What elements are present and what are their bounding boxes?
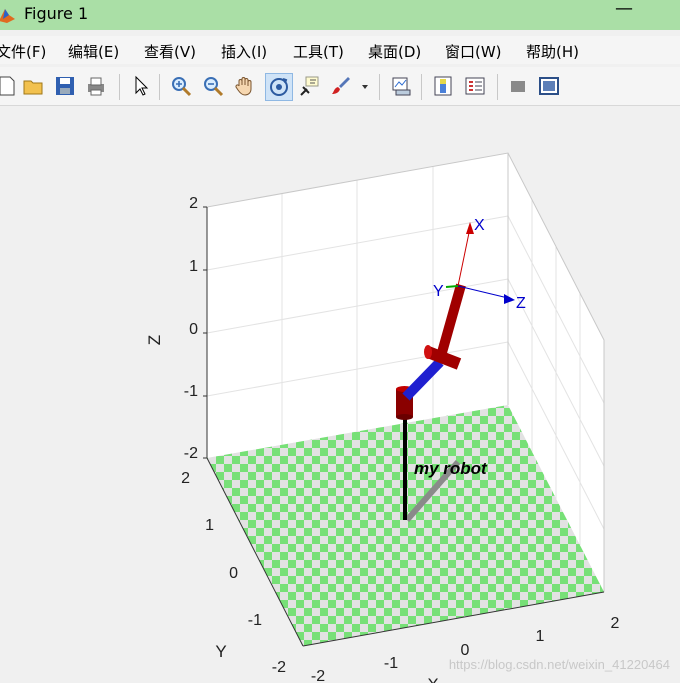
brush-dropdown-icon[interactable] — [359, 75, 371, 97]
legend-icon[interactable] — [464, 75, 486, 97]
x-tick-label: -1 — [384, 655, 398, 672]
x-axis-label: X — [427, 675, 438, 683]
z-tick-label: 0 — [189, 321, 198, 338]
new-figure-icon[interactable] — [0, 75, 18, 97]
show-plot-tools-icon[interactable] — [538, 75, 560, 97]
toolbar-separator — [379, 74, 380, 100]
zoom-out-icon[interactable] — [202, 75, 224, 97]
z-tick-labels: 2 1 0 -1 -2 — [184, 195, 198, 462]
matlab-logo-icon — [0, 9, 15, 23]
toolbar-separator — [159, 74, 160, 100]
menu-insert[interactable]: 插入(I) — [221, 41, 267, 62]
frame-z-label: Z — [516, 295, 526, 312]
y-axis-label: Y — [215, 642, 226, 661]
pointer-icon[interactable] — [130, 75, 152, 97]
menu-file[interactable]: 文件(F) — [0, 41, 46, 62]
menu-desktop[interactable]: 桌面(D) — [368, 41, 421, 62]
menu-edit[interactable]: 编辑(E) — [68, 41, 119, 62]
minimize-button[interactable]: — — [612, 0, 636, 19]
brush-icon[interactable] — [330, 75, 352, 97]
z-tick-label: 1 — [189, 258, 198, 275]
x-tick-label: 1 — [536, 628, 545, 645]
print-icon[interactable] — [85, 75, 107, 97]
menu-window[interactable]: 窗口(W) — [445, 41, 502, 62]
z-tick-label: -2 — [184, 445, 198, 462]
zoom-in-icon[interactable] — [170, 75, 192, 97]
menu-tools[interactable]: 工具(T) — [293, 41, 344, 62]
toolbar-separator — [497, 74, 498, 100]
menu-view[interactable]: 查看(V) — [144, 41, 196, 62]
menu-help[interactable]: 帮助(H) — [526, 41, 579, 62]
hide-plot-tools-icon[interactable] — [507, 75, 529, 97]
toolbar-separator — [119, 74, 120, 100]
z-tick-label: 2 — [189, 195, 198, 212]
open-folder-icon[interactable] — [22, 75, 44, 97]
z-tick-label: -1 — [184, 383, 198, 400]
toolbar-separator — [421, 74, 422, 100]
pan-hand-icon[interactable] — [234, 75, 256, 97]
watermark-text: https://blog.csdn.net/weixin_41220464 — [449, 657, 670, 672]
y-tick-label: -2 — [272, 659, 286, 676]
y-tick-label: -1 — [248, 612, 262, 629]
frame-x-label: X — [474, 217, 485, 234]
window-title: Figure 1 — [24, 4, 89, 23]
title-bar: Figure 1 — — [0, 0, 680, 30]
x-tick-label: 2 — [611, 615, 620, 632]
z-axis-label: Z — [145, 335, 164, 345]
save-icon[interactable] — [54, 75, 76, 97]
robot-name-label: my robot — [414, 459, 488, 478]
x-tick-label: -2 — [311, 668, 325, 683]
figure-canvas[interactable]: 2 1 0 -1 -2 Z 2 1 0 -1 -2 Y -2 -1 0 1 2 … — [0, 106, 680, 683]
y-tick-label: 0 — [229, 565, 238, 582]
frame-y-label: Y — [433, 283, 444, 300]
y-tick-label: 1 — [205, 517, 214, 534]
figure-toolbar — [0, 67, 680, 106]
menu-bar: 文件(F) 编辑(E) 查看(V) 插入(I) 工具(T) 桌面(D) 窗口(W… — [0, 36, 680, 64]
link-plot-icon[interactable] — [390, 75, 412, 97]
colorbar-icon[interactable] — [432, 75, 454, 97]
data-cursor-icon[interactable] — [298, 75, 320, 97]
y-tick-label: 2 — [181, 470, 190, 487]
rotate-3d-icon[interactable] — [265, 73, 293, 101]
